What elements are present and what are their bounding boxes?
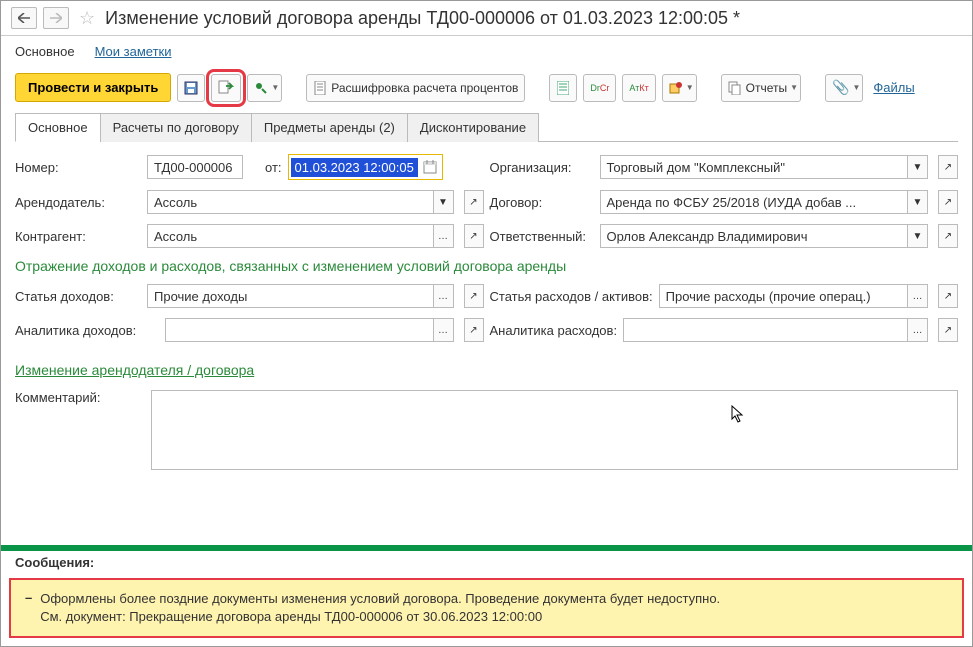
org-field[interactable]: Торговый дом "Комплексный" — [600, 155, 909, 179]
attach-dropdown-button[interactable]: 📎 ▼ — [825, 74, 863, 102]
chevron-down-icon: ▼ — [790, 83, 798, 92]
calc-button[interactable]: Расшифровка расчета процентов — [306, 74, 525, 102]
post-button[interactable] — [211, 74, 241, 102]
lessor-field[interactable]: Ассоль — [147, 190, 434, 214]
messages-header: Сообщения: — [1, 551, 972, 574]
date-field[interactable]: 01.03.2023 12:00:05 — [291, 158, 418, 177]
label-responsible: Ответственный: — [490, 229, 594, 244]
chevron-down-icon: ▼ — [852, 83, 860, 92]
label-from: от: — [265, 160, 282, 175]
number-field[interactable]: ТД00-000006 — [147, 155, 243, 179]
label-lessor: Арендодатель: — [15, 195, 141, 210]
dr-cr-button[interactable]: DrCr — [583, 74, 616, 102]
org-dropdown-button[interactable]: ▼ — [908, 155, 928, 179]
expense-article-more-button[interactable]: … — [908, 284, 928, 308]
tab-main[interactable]: Основное — [15, 113, 101, 142]
nav-back-button[interactable] — [11, 7, 37, 29]
mode-dropdown-button[interactable]: ▼ — [247, 74, 282, 102]
more-dropdown-button[interactable]: ▼ — [662, 74, 697, 102]
chevron-down-icon: ▼ — [686, 83, 694, 92]
contract-dropdown-button[interactable]: ▼ — [908, 190, 928, 214]
at-kt-button[interactable]: АтКт — [622, 74, 655, 102]
contract-field[interactable]: Аренда по ФСБУ 25/2018 (ИУДА добав ... — [600, 190, 909, 214]
calendar-button[interactable] — [420, 157, 440, 177]
responsible-dropdown-button[interactable]: ▼ — [908, 224, 928, 248]
tab-calcs[interactable]: Расчеты по договору — [100, 113, 252, 142]
expense-article-field[interactable]: Прочие расходы (прочие операц.) — [659, 284, 908, 308]
dash-icon: – — [25, 590, 32, 626]
message-text: Оформлены более поздние документы измене… — [40, 590, 720, 626]
reports-label: Отчеты — [746, 81, 787, 95]
expense-analytics-field[interactable] — [623, 318, 908, 342]
favorite-star-icon[interactable]: ☆ — [79, 8, 95, 29]
tab-items[interactable]: Предметы аренды (2) — [251, 113, 408, 142]
org-open-button[interactable]: ↗ — [938, 155, 958, 179]
contract-open-button[interactable]: ↗ — [938, 190, 958, 214]
calc-label: Расшифровка расчета процентов — [331, 81, 518, 95]
responsible-field[interactable]: Орлов Александр Владимирович — [600, 224, 909, 248]
label-org: Организация: — [490, 160, 594, 175]
reports-dropdown-button[interactable]: Отчеты ▼ — [721, 74, 801, 102]
income-analytics-field[interactable] — [165, 318, 434, 342]
income-article-open-button[interactable]: ↗ — [464, 284, 484, 308]
lessor-open-button[interactable]: ↗ — [464, 190, 484, 214]
post-and-close-button[interactable]: Провести и закрыть — [15, 73, 171, 102]
expense-analytics-more-button[interactable]: … — [908, 318, 928, 342]
files-link[interactable]: Файлы — [873, 80, 914, 95]
label-counterparty: Контрагент: — [15, 229, 141, 244]
income-article-more-button[interactable]: … — [434, 284, 454, 308]
label-comment: Комментарий: — [15, 390, 141, 470]
tab-discount[interactable]: Дисконтирование — [407, 113, 539, 142]
section-income-expense-title: Отражение доходов и расходов, связанных … — [15, 258, 958, 274]
counterparty-field[interactable]: Ассоль — [147, 224, 434, 248]
responsible-open-button[interactable]: ↗ — [938, 224, 958, 248]
income-article-field[interactable]: Прочие доходы — [147, 284, 434, 308]
date-field-wrap: 01.03.2023 12:00:05 — [288, 154, 443, 180]
lessor-dropdown-button[interactable]: ▼ — [434, 190, 454, 214]
label-income-analytics: Аналитика доходов: — [15, 323, 159, 338]
expense-analytics-open-button[interactable]: ↗ — [938, 318, 958, 342]
label-income-article: Статья доходов: — [15, 289, 141, 304]
expense-article-open-button[interactable]: ↗ — [938, 284, 958, 308]
link-main[interactable]: Основное — [15, 44, 75, 59]
comment-field[interactable] — [151, 390, 958, 470]
counterparty-open-button[interactable]: ↗ — [464, 224, 484, 248]
nav-forward-button[interactable] — [43, 7, 69, 29]
paperclip-icon: 📎 — [832, 79, 849, 96]
counterparty-more-button[interactable]: … — [434, 224, 454, 248]
save-button[interactable] — [177, 74, 205, 102]
label-expense-article: Статья расходов / активов: — [490, 289, 653, 304]
label-contract: Договор: — [490, 195, 594, 210]
label-expense-analytics: Аналитика расходов: — [490, 323, 618, 338]
label-number: Номер: — [15, 160, 141, 175]
income-analytics-more-button[interactable]: … — [434, 318, 454, 342]
page-title: Изменение условий договора аренды ТД00-0… — [105, 8, 740, 29]
income-analytics-open-button[interactable]: ↗ — [464, 318, 484, 342]
link-notes[interactable]: Мои заметки — [95, 44, 172, 59]
chevron-down-icon: ▼ — [271, 83, 279, 92]
report-list-button[interactable] — [549, 74, 577, 102]
message-warning-box: – Оформлены более поздние документы изме… — [9, 578, 964, 638]
change-lessor-link[interactable]: Изменение арендодателя / договора — [15, 362, 254, 378]
